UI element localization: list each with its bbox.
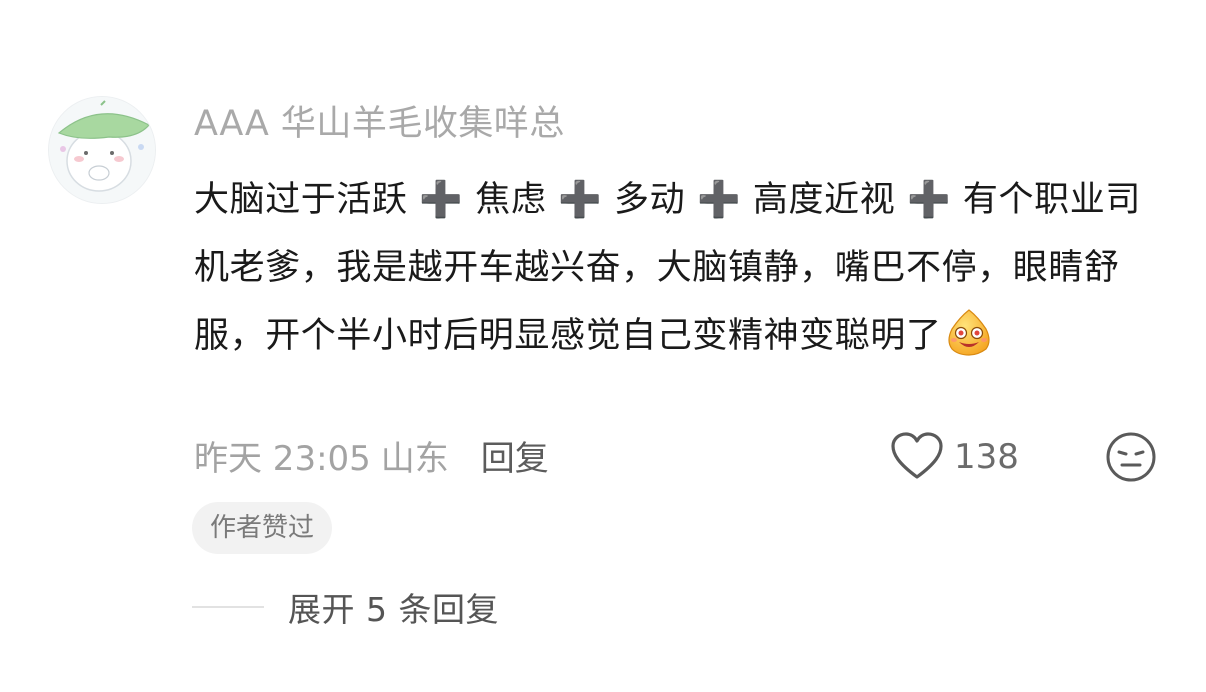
like-count: 138	[954, 437, 1019, 477]
username[interactable]: AAA 华山羊毛收集咩总	[194, 101, 565, 147]
heart-outline-icon	[891, 432, 943, 479]
comment-text: 大脑过于活跃 ➕ 焦虑 ➕ 多动 ➕ 高度近视 ➕ 有个职业司机老爹，我是越开车…	[194, 180, 1141, 356]
divider-line	[192, 606, 264, 608]
smug-face-emoji-icon	[944, 307, 994, 357]
expand-replies-button[interactable]: 展开 5 条回复	[192, 584, 499, 630]
dislike-button[interactable]	[1104, 430, 1158, 484]
author-liked-badge: 作者赞过	[192, 502, 333, 554]
avatar-image	[49, 97, 155, 203]
comment-meta: 昨天 23:05 山东 回复	[194, 430, 549, 480]
meh-face-icon	[1106, 432, 1156, 482]
comment-location: 山东	[380, 438, 449, 479]
comment-time: 昨天 23:05	[194, 438, 371, 479]
comment-body: 大脑过于活跃 ➕ 焦虑 ➕ 多动 ➕ 高度近视 ➕ 有个职业司机老爹，我是越开车…	[194, 166, 1164, 370]
avatar[interactable]	[48, 96, 156, 204]
comment-item: AAA 华山羊毛收集咩总 大脑过于活跃 ➕ 焦虑 ➕ 多动 ➕ 高度近视 ➕ 有…	[0, 0, 1206, 692]
expand-replies-label: 展开 5 条回复	[288, 590, 499, 629]
reply-button[interactable]: 回复	[481, 431, 549, 480]
like-button[interactable]: 138	[890, 430, 1019, 484]
